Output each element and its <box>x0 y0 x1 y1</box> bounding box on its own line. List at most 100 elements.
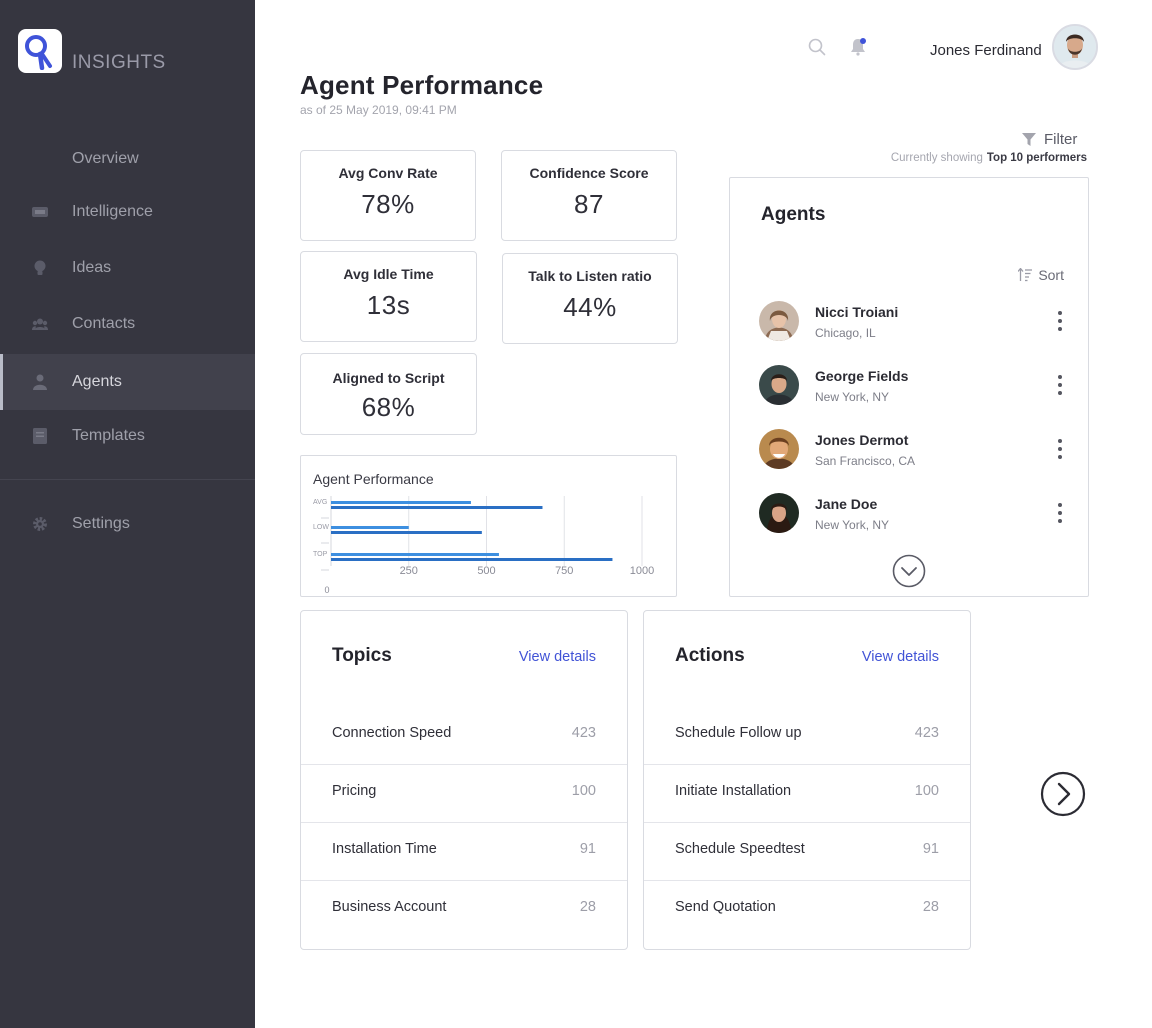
agent-location: New York, NY <box>815 390 890 404</box>
sidebar-item-label: Agents <box>72 373 122 390</box>
intelligence-icon <box>32 204 48 220</box>
sidebar-item-ideas[interactable]: Ideas <box>0 240 255 296</box>
stat-label: Avg Conv Rate <box>338 165 438 181</box>
avatar <box>759 301 799 341</box>
stat-card-avg-idle-time: Avg Idle Time 13s <box>300 251 477 342</box>
table-row[interactable]: Installation Time 91 <box>301 823 627 881</box>
sidebar-item-label: Ideas <box>72 259 112 276</box>
sort-button[interactable]: Sort <box>1018 267 1064 283</box>
topics-card: Topics View details Connection Speed 423… <box>300 610 628 950</box>
filter-status-prefix: Currently showing <box>890 152 983 164</box>
bar <box>331 501 471 504</box>
list-item[interactable]: Jones Dermot San Francisco, CA <box>759 429 1069 469</box>
stat-value: 68% <box>361 392 416 422</box>
agent-location: Chicago, IL <box>815 326 876 340</box>
chart-plot: 250 500 750 1000 0 AVG LOW TOP <box>313 496 654 595</box>
row-count: 423 <box>571 725 596 741</box>
sort-icon <box>1018 268 1033 282</box>
stat-value: 13s <box>366 290 411 320</box>
actions-title: Actions <box>675 645 745 666</box>
logo-magnifier-icon <box>25 35 52 70</box>
bar <box>331 558 613 561</box>
stat-card-aligned-to-script: Aligned to Script 68% <box>300 353 477 435</box>
sidebar-item-contacts[interactable]: Contacts <box>0 296 255 352</box>
agent-name: Jane Doe <box>815 496 878 512</box>
gear-icon <box>32 516 48 532</box>
row-label: Connection Speed <box>332 725 452 741</box>
category-label: LOW <box>313 524 329 531</box>
sort-label: Sort <box>1038 267 1064 283</box>
bar <box>331 531 482 534</box>
more-options-icon[interactable] <box>1055 439 1065 459</box>
sidebar-item-label: Overview <box>72 150 139 167</box>
more-options-icon[interactable] <box>1055 503 1065 523</box>
bar <box>331 526 409 529</box>
row-label: Send Quotation <box>675 899 776 915</box>
x-tick-label: 500 <box>477 565 495 577</box>
table-row[interactable]: Schedule Speedtest 91 <box>644 823 970 881</box>
topics-view-details-link[interactable]: View details <box>519 649 596 665</box>
sidebar-item-intelligence[interactable]: Intelligence <box>0 184 255 240</box>
avatar <box>759 429 799 469</box>
stat-card-talk-listen-ratio: Talk to Listen ratio 44% <box>502 253 678 344</box>
row-count: 91 <box>579 841 596 857</box>
stat-label: Confidence Score <box>529 165 649 181</box>
table-row[interactable]: Send Quotation 28 <box>644 881 970 939</box>
category-label: TOP <box>313 551 328 558</box>
sidebar-item-label: Contacts <box>72 315 136 332</box>
table-row[interactable]: Pricing 100 <box>301 765 627 823</box>
sidebar-item-label: Templates <box>72 427 145 444</box>
bar <box>331 553 499 556</box>
sidebar-item-overview[interactable]: Overview <box>0 131 255 187</box>
more-options-icon[interactable] <box>1055 375 1065 395</box>
sidebar-item-templates[interactable]: Templates <box>0 408 255 464</box>
row-label: Initiate Installation <box>675 783 792 799</box>
x-tick-label: 1000 <box>630 565 654 577</box>
user-name[interactable]: Jones Ferdinand <box>930 42 1042 59</box>
x-tick-label: 250 <box>400 565 418 577</box>
list-item[interactable]: George Fields New York, NY <box>759 365 1069 405</box>
more-options-icon[interactable] <box>1055 311 1065 331</box>
table-row[interactable]: Connection Speed 423 <box>301 707 627 765</box>
template-icon <box>32 428 48 444</box>
avatar[interactable] <box>1052 24 1098 70</box>
brand-name: INSIGHTS <box>72 52 166 73</box>
stat-card-confidence-score: Confidence Score 87 <box>501 150 677 241</box>
stat-value: 87 <box>574 189 604 219</box>
list-item[interactable]: Nicci Troiani Chicago, IL <box>759 301 1069 341</box>
filter-icon <box>1022 132 1036 146</box>
agents-card: Agents Sort Nicci Troiani Chicago, IL Ge… <box>729 177 1089 597</box>
topics-title: Topics <box>332 645 392 666</box>
page-title: Agent Performance <box>300 70 544 100</box>
table-row[interactable]: Business Account 28 <box>301 881 627 939</box>
row-label: Installation Time <box>332 841 437 857</box>
chevron-right-icon[interactable] <box>1040 771 1086 822</box>
stat-label: Talk to Listen ratio <box>528 268 652 284</box>
x-tick-label: 750 <box>555 565 573 577</box>
stat-value: 78% <box>361 189 415 219</box>
agents-title: Agents <box>761 204 826 225</box>
agent-performance-chart: Agent Performance 250 500 750 1000 0 AVG LOW TO… <box>300 455 677 597</box>
filter-status-value: Top 10 performers <box>986 152 1087 164</box>
filter-label: Filter <box>1044 131 1078 148</box>
avatar <box>759 365 799 405</box>
filter-button[interactable]: Filter <box>1022 131 1077 148</box>
sidebar-item-settings[interactable]: Settings <box>0 496 255 552</box>
row-count: 100 <box>914 783 939 799</box>
sidebar: INSIGHTS Overview Intelligence Ideas Con… <box>0 0 255 1028</box>
chevron-down-icon[interactable] <box>892 554 926 593</box>
agent-name: Nicci Troiani <box>815 304 899 320</box>
actions-card: Actions View details Schedule Follow up … <box>643 610 971 950</box>
lightbulb-icon <box>32 260 48 276</box>
search-icon[interactable] <box>808 38 826 61</box>
table-row[interactable]: Initiate Installation 100 <box>644 765 970 823</box>
app-logo[interactable] <box>18 29 62 73</box>
sidebar-item-agents[interactable]: Agents <box>0 354 255 410</box>
row-label: Schedule Follow up <box>675 725 802 741</box>
origin-label: 0 <box>324 585 329 595</box>
actions-view-details-link[interactable]: View details <box>862 649 939 665</box>
row-count: 91 <box>922 841 939 857</box>
list-item[interactable]: Jane Doe New York, NY <box>759 493 1069 533</box>
table-row[interactable]: Schedule Follow up 423 <box>644 707 970 765</box>
stat-value: 44% <box>563 292 617 322</box>
